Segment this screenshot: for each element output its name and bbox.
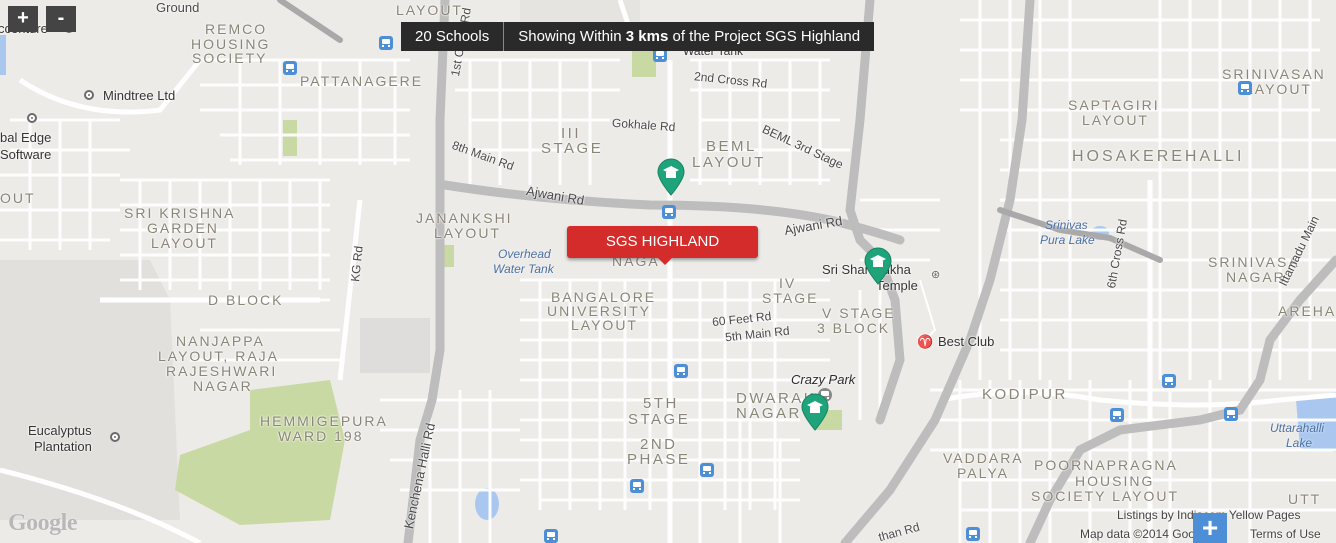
map-canvas[interactable]: Ground LAYOUT REMCO HOUSING SOCIETY PATT… [0, 0, 1336, 543]
search-info-bar: 20 Schools Showing Within 3 kms of the P… [401, 22, 875, 51]
zoom-out-button[interactable]: - [46, 6, 76, 32]
school-pin-icon[interactable] [863, 247, 893, 285]
project-marker-label: SGS HIGHLAND [605, 233, 720, 250]
radius-suffix: of the Project SGS Highland [668, 28, 861, 45]
map-data-attribution: Map data ©2014 Google [1080, 527, 1211, 541]
project-marker-sgs-highland[interactable]: SGS HIGHLAND [567, 226, 758, 265]
bus-stop-icon [966, 527, 980, 541]
bus-stop-icon [630, 479, 644, 493]
bus-stop-icon [1162, 374, 1176, 388]
zoom-in-button[interactable]: + [8, 6, 38, 32]
bus-stop-icon [379, 36, 393, 50]
poi-mindtree-marker [84, 90, 94, 100]
bus-stop-icon [674, 364, 688, 378]
poi-global-edge-marker [27, 113, 37, 123]
terms-of-use-link[interactable]: Terms of Use [1250, 527, 1321, 541]
bus-stop-icon [700, 463, 714, 477]
school-count[interactable]: 20 Schools [401, 22, 503, 51]
bus-stop-icon [1110, 408, 1124, 422]
bus-stop-icon [283, 61, 297, 75]
poi-eucalyptus-marker [110, 432, 120, 442]
school-pin-icon[interactable] [656, 158, 686, 196]
school-pin-icon[interactable] [800, 393, 830, 431]
map-base-layer [0, 0, 1336, 543]
radius-info: Showing Within 3 kms of the Project SGS … [504, 22, 874, 51]
radius-distance: 3 kms [625, 28, 669, 45]
google-logo[interactable]: Google [8, 510, 78, 537]
bus-stop-icon [544, 529, 558, 543]
bus-stop-icon [1238, 81, 1252, 95]
bus-stop-icon [1224, 407, 1238, 421]
bus-stop-icon [662, 205, 676, 219]
expand-button[interactable]: + [1193, 513, 1227, 543]
radius-prefix: Showing Within [518, 28, 626, 45]
